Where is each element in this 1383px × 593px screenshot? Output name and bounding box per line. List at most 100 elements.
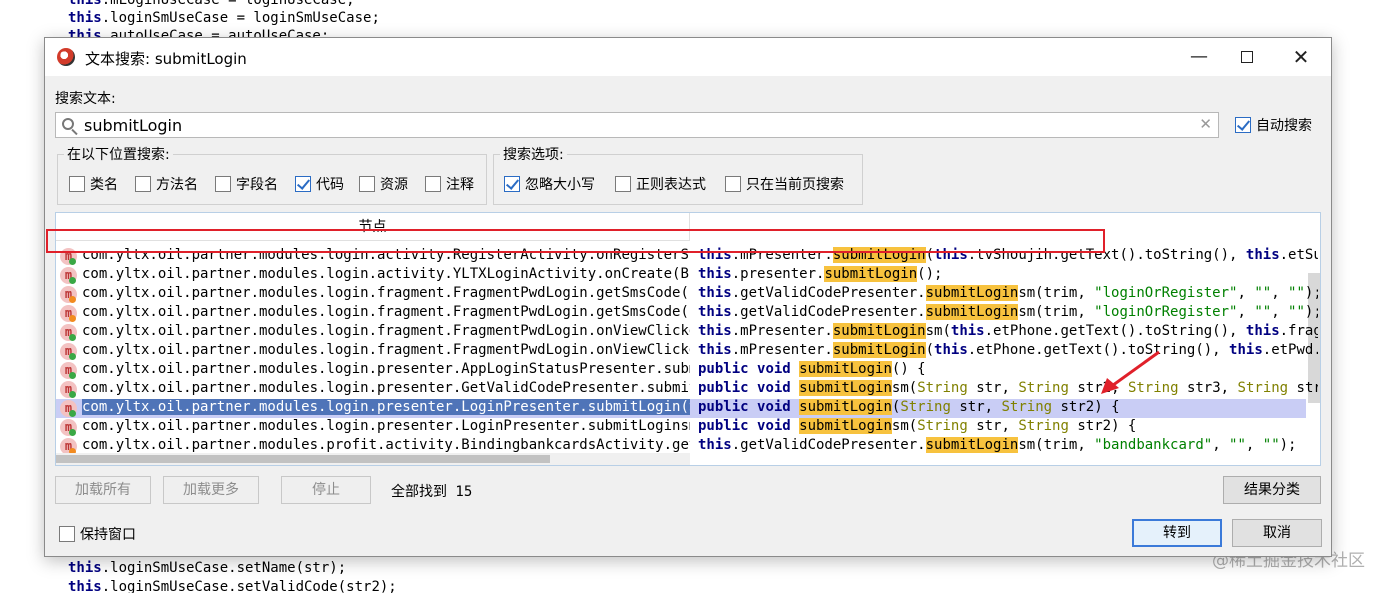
minimize-button[interactable]: — <box>1177 44 1221 70</box>
result-node[interactable]: com.yltx.oil.partner.modules.login.fragm… <box>82 304 690 320</box>
option-label: 方法名 <box>156 177 198 193</box>
result-row[interactable]: m com.yltx.oil.partner.modules.login.frag… <box>56 323 1318 342</box>
result-node[interactable]: com.yltx.oil.partner.modules.login.prese… <box>82 418 690 434</box>
clear-icon[interactable]: ✕ <box>1199 115 1212 133</box>
checkbox-box[interactable] <box>615 176 631 192</box>
option-ignore-case[interactable]: 忽略大小写 <box>504 174 595 194</box>
results-table[interactable]: 节点 m com.yltx.oil.partner.modules.login.a… <box>55 212 1321 466</box>
result-code[interactable]: public void submitLogin(String str, Stri… <box>698 399 1318 415</box>
visibility-dot-icon <box>69 391 76 398</box>
search-label: 搜索文本: <box>55 91 116 107</box>
match-highlight: submitLogin <box>799 399 892 415</box>
code-line: this.mLoginUseCase = loginUseCase; <box>68 0 355 8</box>
result-node[interactable]: com.yltx.oil.partner.modules.login.fragm… <box>82 323 690 339</box>
search-field[interactable]: ✕ <box>55 112 1219 138</box>
result-node[interactable]: com.yltx.oil.partner.modules.profit.acti… <box>82 437 690 453</box>
method-icon: m <box>60 248 77 265</box>
visibility-dot-icon <box>69 429 76 436</box>
method-icon: m <box>60 400 77 417</box>
option-regex[interactable]: 正则表达式 <box>615 174 706 194</box>
result-row[interactable]: m com.yltx.oil.partner.modules.login.acti… <box>56 247 1318 266</box>
text-search-dialog: 文本搜索: submitLogin — ✕ 搜索文本: ✕ 自动搜索 在以下位置… <box>44 37 1332 557</box>
close-button[interactable]: ✕ <box>1279 44 1323 70</box>
maximize-button[interactable] <box>1225 44 1269 70</box>
search-options-title: 搜索选项: <box>500 144 567 164</box>
location-option-code[interactable]: 代码 <box>295 174 344 194</box>
location-option-resource[interactable]: 资源 <box>359 174 408 194</box>
match-highlight: submitLogin <box>925 304 1019 320</box>
location-option-class[interactable]: 类名 <box>69 174 118 194</box>
checkbox-box[interactable] <box>295 176 311 192</box>
result-row[interactable]: m com.yltx.oil.partner.modules.login.frag… <box>56 285 1318 304</box>
search-location-title: 在以下位置搜索: <box>64 144 173 164</box>
option-label: 类名 <box>90 177 118 193</box>
method-icon: m <box>60 381 77 398</box>
checkbox-box[interactable] <box>135 176 151 192</box>
result-code[interactable]: this.getValidCodePresenter.submitLoginsm… <box>698 304 1318 320</box>
option-label: 代码 <box>316 177 344 193</box>
match-highlight: submitLogin <box>824 266 918 282</box>
result-node[interactable]: com.yltx.oil.partner.modules.login.prese… <box>82 380 690 396</box>
result-code[interactable]: this.mPresenter.submitLogin(this.tvShouj… <box>698 247 1318 263</box>
result-row[interactable]: m com.yltx.oil.partner.modules.login.pres… <box>56 418 1306 437</box>
option-current-page[interactable]: 只在当前页搜索 <box>725 174 844 194</box>
visibility-dot-icon <box>69 258 76 265</box>
result-code[interactable]: this.mPresenter.submitLogin(this.etPhone… <box>698 342 1318 358</box>
location-option-field[interactable]: 字段名 <box>215 174 278 194</box>
result-code[interactable]: public void submitLoginsm(String str, St… <box>698 380 1318 396</box>
result-node[interactable]: com.yltx.oil.partner.modules.login.activ… <box>82 247 690 263</box>
result-row[interactable]: m com.yltx.oil.partner.modules.login.acti… <box>56 266 1306 285</box>
code-line: this.loginSmUseCase = loginSmUseCase; <box>68 10 380 26</box>
option-label: 注释 <box>446 177 474 193</box>
code-line: this.loginSmUseCase.setName(str); <box>68 560 347 576</box>
match-highlight: submitLogin <box>832 323 926 339</box>
stop-button[interactable]: 停止 <box>281 476 371 504</box>
result-row[interactable]: m com.yltx.oil.partner.modules.login.pres… <box>56 399 1306 418</box>
column-header-node[interactable]: 节点 <box>56 213 690 241</box>
result-code[interactable]: public void submitLogin() { <box>698 361 1318 377</box>
checkbox-box[interactable] <box>725 176 741 192</box>
visibility-dot-icon <box>69 334 76 341</box>
group-results-button[interactable]: 结果分类 <box>1223 476 1321 504</box>
method-icon: m <box>60 286 77 303</box>
match-highlight: submitLogin <box>925 285 1019 301</box>
result-code[interactable]: this.getValidCodePresenter.submitLoginsm… <box>698 437 1318 453</box>
scrollbar-thumb[interactable] <box>56 455 550 463</box>
match-highlight: submitLogin <box>799 361 892 377</box>
method-icon: m <box>60 362 77 379</box>
checkbox-box[interactable] <box>359 176 375 192</box>
title-bar[interactable]: 文本搜索: submitLogin — ✕ <box>45 38 1331 76</box>
result-code[interactable]: public void submitLoginsm(String str, St… <box>698 418 1318 434</box>
result-node[interactable]: com.yltx.oil.partner.modules.login.activ… <box>82 266 690 282</box>
result-code[interactable]: this.getValidCodePresenter.submitLoginsm… <box>698 285 1318 301</box>
result-node[interactable]: com.yltx.oil.partner.modules.login.fragm… <box>82 285 690 301</box>
checkbox-box[interactable] <box>1235 117 1251 133</box>
option-label: 只在当前页搜索 <box>746 177 844 193</box>
result-node[interactable]: com.yltx.oil.partner.modules.login.prese… <box>82 361 690 377</box>
search-input[interactable] <box>84 115 1184 135</box>
option-label: 字段名 <box>236 177 278 193</box>
load-more-button[interactable]: 加载更多 <box>163 476 259 504</box>
location-option-method[interactable]: 方法名 <box>135 174 198 194</box>
result-code[interactable]: this.presenter.submitLogin(); <box>698 266 1318 282</box>
load-all-button[interactable]: 加载所有 <box>55 476 151 504</box>
cancel-button[interactable]: 取消 <box>1232 519 1322 547</box>
result-node[interactable]: com.yltx.oil.partner.modules.login.prese… <box>82 399 690 415</box>
horizontal-scrollbar[interactable] <box>56 453 690 465</box>
checkbox-box[interactable] <box>425 176 441 192</box>
location-option-comment[interactable]: 注释 <box>425 174 474 194</box>
search-icon <box>62 118 74 130</box>
keep-window-checkbox[interactable]: 保持窗口 <box>59 524 136 544</box>
method-icon: m <box>60 343 77 360</box>
checkbox-box[interactable] <box>215 176 231 192</box>
goto-button[interactable]: 转到 <box>1132 519 1222 547</box>
checkbox-box[interactable] <box>504 176 520 192</box>
auto-search-checkbox[interactable]: 自动搜索 <box>1235 115 1312 135</box>
result-node[interactable]: com.yltx.oil.partner.modules.login.fragm… <box>82 342 690 358</box>
annotation-arrow-icon <box>1101 350 1160 394</box>
result-code[interactable]: this.mPresenter.submitLoginsm(this.etPho… <box>698 323 1318 339</box>
result-row[interactable]: m com.yltx.oil.partner.modules.login.frag… <box>56 304 1318 323</box>
checkbox-box[interactable] <box>59 526 75 542</box>
checkbox-box[interactable] <box>69 176 85 192</box>
visibility-dot-icon <box>69 277 76 284</box>
